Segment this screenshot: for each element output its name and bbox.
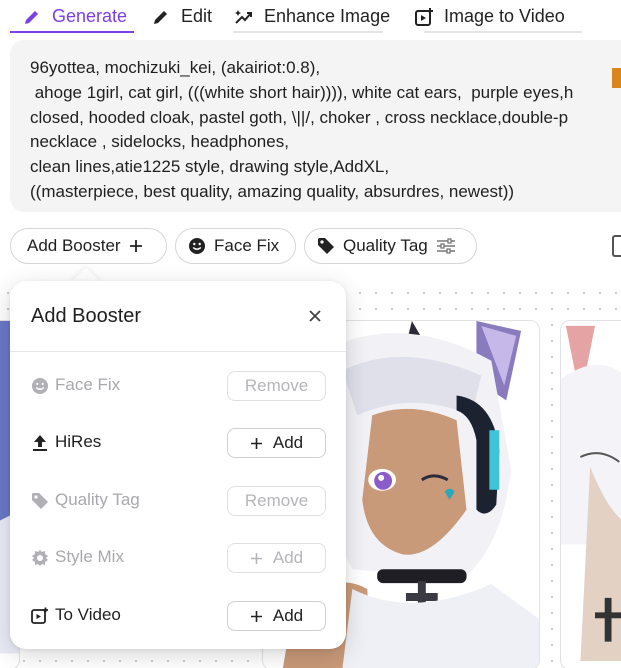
plus-icon xyxy=(250,437,262,449)
tag-icon xyxy=(30,491,50,511)
booster-label: Face Fix xyxy=(55,375,121,394)
image-card-right[interactable] xyxy=(560,320,621,668)
tab-image-to-video[interactable]: Image to Video xyxy=(414,0,565,33)
button-label: Add xyxy=(272,606,304,625)
plus-icon xyxy=(250,610,262,622)
smiley-icon xyxy=(30,376,50,396)
button-label: Remove xyxy=(244,491,309,510)
add-booster-button[interactable]: Add Booster xyxy=(10,228,167,264)
divider xyxy=(10,351,346,352)
face-fix-label: Face Fix xyxy=(214,236,280,255)
booster-row-face-fix: Face Fix Remove xyxy=(30,371,326,401)
tab-label: Image to Video xyxy=(444,6,565,26)
button-label: Remove xyxy=(244,376,309,395)
style-mix-icon xyxy=(30,548,50,568)
popover-title: Add Booster xyxy=(31,305,142,327)
generated-image xyxy=(561,321,621,661)
image-to-video-icon xyxy=(30,606,50,626)
prompt-input[interactable]: 96yottea, mochizuki_kei, (akairiot:0.8),… xyxy=(10,40,621,212)
tag-icon xyxy=(317,237,335,255)
pencil-icon xyxy=(151,7,171,27)
tab-underline xyxy=(424,31,582,33)
button-label: Add xyxy=(272,548,304,567)
upload-icon xyxy=(30,433,50,453)
add-style-mix-button: Add xyxy=(227,543,326,573)
add-hires-button[interactable]: Add xyxy=(227,428,326,458)
tab-indicator xyxy=(10,31,134,33)
plus-icon xyxy=(250,552,262,564)
booster-label: Style Mix xyxy=(55,547,124,566)
tab-label: Enhance Image xyxy=(264,6,391,26)
tab-label: Generate xyxy=(52,6,128,26)
booster-label: HiRes xyxy=(55,432,102,451)
layout-toggle-icon[interactable] xyxy=(612,235,621,257)
remove-quality-tag-button: Remove xyxy=(227,486,326,516)
tab-label: Edit xyxy=(181,6,213,26)
add-to-video-button[interactable]: Add xyxy=(227,601,326,631)
add-booster-label: Add Booster xyxy=(27,236,121,255)
face-fix-chip[interactable]: Face Fix xyxy=(175,228,296,264)
highlight-marker xyxy=(612,68,621,88)
enhance-icon xyxy=(234,7,254,27)
booster-label: Quality Tag xyxy=(55,490,140,509)
remove-face-fix-button: Remove xyxy=(227,371,326,401)
plus-icon xyxy=(129,239,143,253)
button-label: Add xyxy=(272,433,304,452)
booster-row-style-mix: Style Mix Add xyxy=(30,543,326,573)
tab-generate[interactable]: Generate xyxy=(22,0,127,33)
mode-tabs: Generate Edit Enhance Image Image to Vid… xyxy=(0,0,621,34)
sliders-icon[interactable] xyxy=(436,237,456,255)
booster-row-to-video: To Video Add xyxy=(30,601,326,631)
smiley-icon xyxy=(188,237,206,255)
booster-row-hires: HiRes Add xyxy=(30,428,326,458)
tab-underline xyxy=(233,31,383,33)
pencil-icon xyxy=(22,7,42,27)
tab-edit[interactable]: Edit xyxy=(151,0,212,33)
add-booster-popover: Add Booster Face Fix Remove HiRes Add Qu… xyxy=(10,281,346,649)
quality-tag-chip[interactable]: Quality Tag xyxy=(304,228,477,264)
prompt-text: 96yottea, mochizuki_kei, (akairiot:0.8),… xyxy=(30,58,574,201)
booster-row-quality-tag: Quality Tag Remove xyxy=(30,486,326,516)
tab-enhance-image[interactable]: Enhance Image xyxy=(234,0,390,33)
quality-tag-label: Quality Tag xyxy=(343,236,428,255)
close-icon[interactable] xyxy=(304,305,326,327)
booster-label: To Video xyxy=(55,605,121,624)
image-to-video-icon xyxy=(414,7,434,27)
